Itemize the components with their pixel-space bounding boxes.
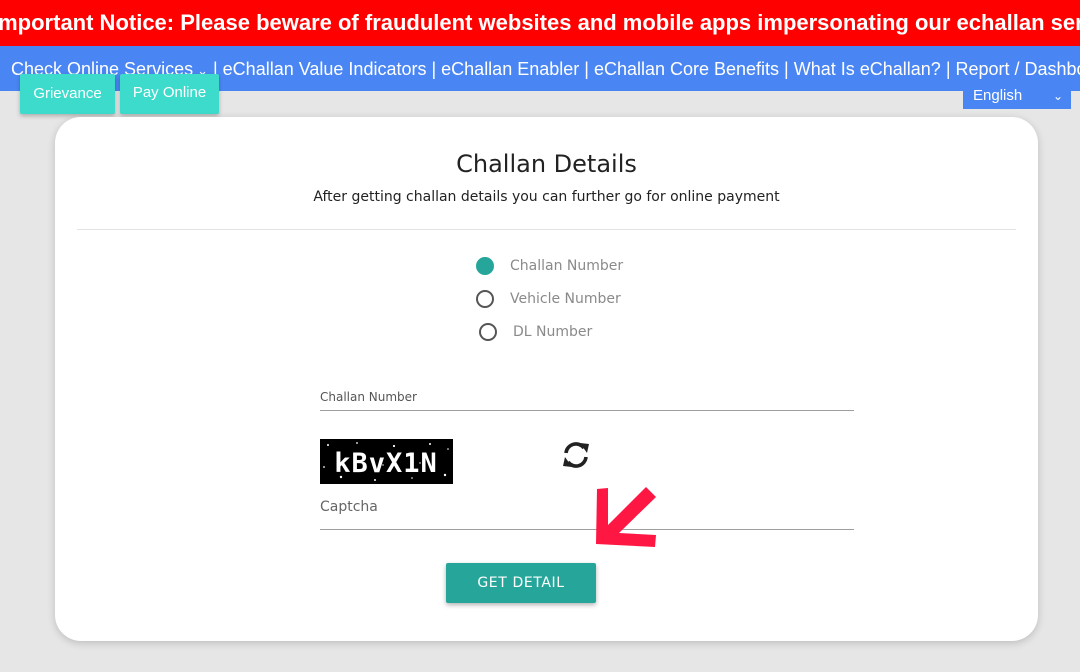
radio-button[interactable]: [476, 290, 494, 308]
radio-label: DL Number: [513, 324, 593, 340]
captcha-input[interactable]: [320, 529, 854, 530]
nav-separator: |: [784, 59, 789, 79]
nav-item-echallan-enabler[interactable]: eChallan Enabler: [441, 59, 579, 79]
radio-label: Challan Number: [510, 258, 624, 274]
divider: [77, 229, 1016, 230]
nav-item-echallan-value-indicators[interactable]: eChallan Value Indicators: [223, 59, 427, 79]
notice-text: Important Notice: Please beware of fraud…: [0, 10, 1080, 35]
chevron-down-icon: ⌄: [1052, 89, 1063, 103]
nav-separator: |: [584, 59, 589, 79]
challan-number-label: Challan Number: [320, 390, 417, 404]
refresh-icon[interactable]: [560, 439, 592, 471]
page-subtitle: After getting challan details you can fu…: [313, 189, 780, 205]
nav-item-report-dashboard[interactable]: Report / Dashboard: [956, 59, 1080, 79]
nav-separator: |: [945, 59, 951, 79]
captcha-placeholder: Captcha: [320, 499, 378, 515]
nav-separator: |: [431, 59, 437, 79]
grievance-button[interactable]: Grievance: [20, 74, 115, 114]
challan-details-card: Challan Details After getting challan de…: [55, 117, 1038, 641]
radio-label: Vehicle Number: [510, 291, 621, 307]
captcha-text: kBvX1N: [334, 448, 438, 479]
pay-online-button[interactable]: Pay Online: [120, 74, 219, 114]
nav-item-echallan-core-benefits[interactable]: eChallan Core Benefits: [594, 59, 779, 79]
radio-button[interactable]: [479, 323, 497, 341]
arrow-annotation-icon: [596, 487, 656, 547]
challan-number-input[interactable]: [320, 410, 854, 411]
language-select[interactable]: English ⌄: [963, 83, 1071, 109]
radio-button-checked[interactable]: [476, 257, 494, 275]
get-detail-button[interactable]: GET DETAIL: [446, 563, 596, 603]
language-selected-value: English: [973, 87, 1023, 104]
nav-item-what-is-echallan[interactable]: What Is eChallan?: [794, 59, 941, 79]
page-title: Challan Details: [456, 150, 637, 178]
important-notice-banner: Important Notice: Please beware of fraud…: [0, 0, 1080, 46]
captcha-image: kBvX1N: [320, 439, 453, 484]
